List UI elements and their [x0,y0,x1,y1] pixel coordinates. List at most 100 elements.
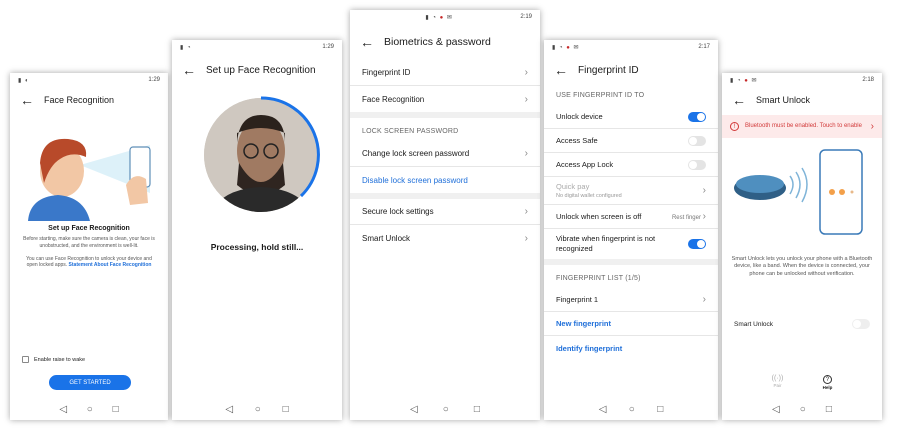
nav-recents-icon[interactable]: □ [474,404,480,415]
face-illustration [10,113,168,221]
page-title: Biometrics & password [384,36,491,48]
chevron-right-icon: › [524,232,528,244]
camera-preview-frame [204,96,320,212]
nav-recents-icon[interactable]: □ [283,404,289,415]
menu-item-change-password[interactable]: Change lock screen password › [350,141,540,167]
menu-item-secure-lock[interactable]: Secure lock settings › [350,199,540,225]
chevron-right-icon: › [702,211,706,222]
menu-item-quick-pay[interactable]: Quick pay No digital wallet configured › [544,177,718,205]
nav-back-icon[interactable]: ◁ [59,404,67,415]
warning-icon: ! [730,122,739,131]
nav-back-icon[interactable]: ◁ [599,404,607,415]
toggle-row-access-safe[interactable]: Access Safe [544,129,718,153]
setup-description: Before starting, make sure the camera is… [23,236,155,249]
nav-back-icon[interactable]: ◁ [225,404,233,415]
smart-unlock-toggle[interactable] [852,319,870,329]
menu-item-label: Secure lock settings [362,207,434,216]
toggle-row-unlock-device[interactable]: Unlock device [544,105,718,129]
smart-unlock-illustration [722,138,882,248]
header: ← Face Recognition [10,87,168,113]
tab-label: Help [822,385,833,390]
nav-home-icon[interactable]: ○ [629,404,635,415]
setup-heading: Set up Face Recognition [48,225,130,232]
menu-item-fingerprint-id[interactable]: Fingerprint ID › [350,60,540,86]
row-label: New fingerprint [556,319,612,328]
status-bar: ▮ ◔ ● ✉ 2:17 [544,40,718,54]
row-label: Smart Unlock [734,320,774,328]
tab-pair[interactable]: ((·)) Pair [772,375,784,390]
status-time: 1:29 [322,44,334,50]
nav-back-icon[interactable]: ◁ [772,404,780,415]
vibrate-toggle[interactable] [688,239,706,249]
chevron-right-icon: › [702,185,706,196]
tab-label: Pair [773,383,782,388]
row-label: Fingerprint 1 [556,295,599,304]
face-camera-preview [199,93,323,217]
toggle-row-vibrate[interactable]: Vibrate when fingerprint is not recogniz… [544,229,718,259]
statement-link[interactable]: Statement About Face Recognition [69,262,152,268]
raise-to-wake-checkbox[interactable] [22,356,29,363]
menu-item-label: Face Recognition [362,94,425,104]
chevron-right-icon: › [870,121,874,132]
new-fingerprint-link[interactable]: New fingerprint [544,312,718,336]
navigation-bar: ◁ ○ □ [350,398,540,420]
menu-item-face-recognition[interactable]: Face Recognition › [350,86,540,112]
navigation-bar: ◁ ○ □ [544,398,718,420]
tab-help[interactable]: ? Help [822,375,833,390]
nav-home-icon[interactable]: ○ [87,404,93,415]
list-item-fingerprint-1[interactable]: Fingerprint 1 › [544,288,718,312]
header: ← Biometrics & password [350,24,540,60]
section-header-use-fingerprint: USE FINGERPRINT ID TO [556,92,645,99]
menu-item-screen-off[interactable]: Unlock when screen is off Rest finger › [544,205,718,229]
row-label: Identify fingerprint [556,343,623,353]
warning-text: Bluetooth must be enabled. Touch to enab… [745,122,862,129]
back-arrow-icon[interactable]: ← [360,35,374,49]
access-safe-toggle[interactable] [688,135,706,146]
app-lock-toggle[interactable] [688,159,706,170]
chevron-right-icon: › [524,148,528,159]
nav-recents-icon[interactable]: □ [826,404,832,415]
toggle-row-app-lock[interactable]: Access App Lock [544,153,718,177]
back-arrow-icon[interactable]: ← [732,93,746,107]
nav-recents-icon[interactable]: □ [113,404,119,415]
back-arrow-icon[interactable]: ← [554,63,568,77]
unlock-device-toggle[interactable] [688,111,706,122]
help-icon: ? [822,375,832,384]
menu-item-smart-unlock[interactable]: Smart Unlock › [350,225,540,251]
nav-back-icon[interactable]: ◁ [410,404,418,415]
header: ← Fingerprint ID [544,54,718,86]
row-label: Quick pay [556,182,590,191]
row-label: Unlock when screen is off [556,212,642,221]
nav-home-icon[interactable]: ○ [255,404,261,415]
menu-item-label: Disable lock screen password [362,175,468,185]
smart-unlock-toggle-row[interactable]: Smart Unlock [722,316,882,332]
navigation-bar: ◁ ○ □ [10,398,168,420]
bluetooth-warning-banner[interactable]: ! Bluetooth must be enabled. Touch to en… [722,115,882,138]
phone-face-setup: ▮ ◔ 1:29 ← Set up Face Recognition Proce… [172,40,342,420]
nav-home-icon[interactable]: ○ [443,404,449,415]
person-scan-illustration [28,138,151,221]
row-label: Unlock device [556,112,603,121]
phone-fingerprint-id: ▮ ◔ ● ✉ 2:17 ← Fingerprint ID USE FINGER… [544,40,718,420]
status-time: 2:17 [698,44,710,50]
menu-item-disable-password[interactable]: Disable lock screen password [350,167,540,193]
back-arrow-icon[interactable]: ← [20,93,34,107]
get-started-button[interactable]: GET STARTED [49,375,131,390]
status-time: 2:18 [862,77,874,83]
page-title: Fingerprint ID [578,64,639,76]
quick-pay-text: Quick pay No digital wallet configured [556,182,622,199]
nav-home-icon[interactable]: ○ [800,404,806,415]
page-title: Smart Unlock [756,95,811,105]
status-time: 1:29 [148,77,160,83]
identify-fingerprint-link[interactable]: Identify fingerprint [544,336,718,360]
raise-to-wake-row[interactable]: Enable raise to wake [22,356,85,363]
nav-recents-icon[interactable]: □ [657,404,663,415]
raise-to-wake-label: Enable raise to wake [34,356,86,363]
pair-icon: ((·)) [771,375,784,382]
status-bar: ▮ ◐ 1:29 [10,73,168,87]
phone-face-recognition: ▮ ◐ 1:29 ← Face Recognition Set up Face … [10,73,168,420]
status-bar: ▮ ◔ ● ✉ 2:19 [350,10,540,24]
back-arrow-icon[interactable]: ← [182,63,196,77]
navigation-bar: ◁ ○ □ [722,398,882,420]
header: ← Set up Face Recognition [172,54,342,86]
